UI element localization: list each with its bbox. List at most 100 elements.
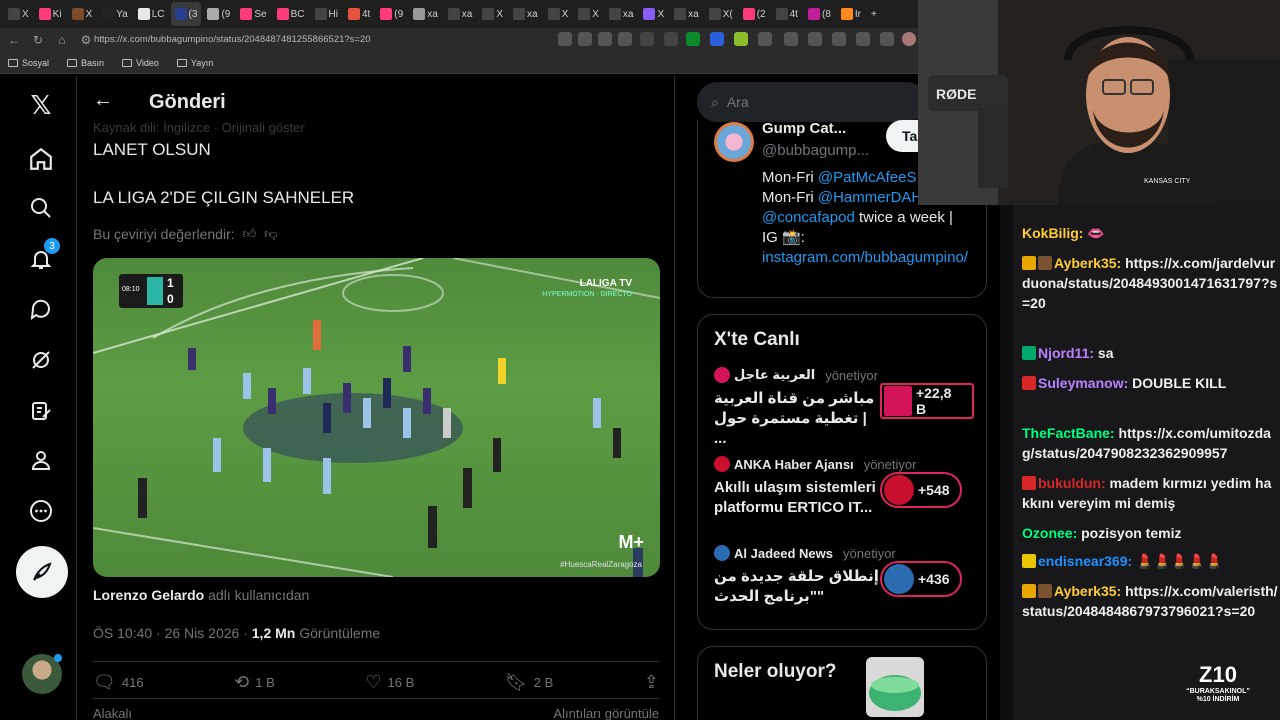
browser-tab[interactable]: 4t [344,2,374,26]
browser-tab[interactable]: X [544,2,573,26]
chat-username[interactable]: Njord11: [1038,345,1094,361]
browser-tab[interactable]: Ir [837,2,865,26]
browser-tab[interactable]: X( [705,2,737,26]
relevance-sort[interactable]: Alakalı [93,706,132,720]
bio-link[interactable]: instagram.com/bubbagumpino/ [762,249,968,266]
host-name: Al Jadeed News [734,545,833,561]
grok-icon[interactable] [26,345,56,375]
profile-name[interactable]: Gump Cat... [762,120,846,137]
reload-icon[interactable]: ↻ [30,32,46,48]
browser-tab[interactable]: X [4,2,33,26]
bio-mention[interactable]: @concafapod [762,209,855,226]
browser-tab[interactable]: (9 [376,2,407,26]
extension-icon[interactable] [686,32,700,46]
browser-tab[interactable]: BC [273,2,309,26]
chat-username[interactable]: bukuldun: [1038,475,1106,491]
extension-icon[interactable] [664,32,678,46]
downloads-icon[interactable] [856,32,870,46]
bookmark-folder-sosyal[interactable]: Sosyal [8,58,49,68]
profile-avatar[interactable] [902,32,916,46]
browser-tab[interactable]: X [574,2,603,26]
post-video[interactable]: 08:10 1 0 LALIGA TV HYPERMOTION · DIRECT… [93,258,660,577]
browser-tab[interactable]: Ki [35,2,66,26]
chat-username[interactable]: Suleymanow: [1038,375,1128,391]
search-input[interactable]: ⌕ Ara [697,82,927,122]
share-button[interactable]: ⇪ [644,672,659,693]
bookmark-folder-yayin[interactable]: Yayın [176,58,213,68]
browser-tab[interactable]: xa [444,2,477,26]
account-avatar[interactable] [22,654,62,694]
browser-tab[interactable]: (3 [170,2,202,26]
extension-icon[interactable] [640,32,654,46]
like-button[interactable]: ♡ 16 B [365,672,414,693]
browser-tab[interactable]: xa [509,2,542,26]
live-item[interactable]: العربية عاجل yönetiyor مباشر من قناة العر… [714,367,974,449]
profile-avatar[interactable] [714,122,754,162]
extension-icon[interactable] [710,32,724,46]
bio-mention[interactable]: @PatMcAfeeS [818,169,917,186]
bookmark-folder-video[interactable]: Video [122,58,159,68]
back-arrow-icon[interactable]: ← [6,32,22,48]
chat-scrollbar[interactable] [1000,205,1013,720]
post-timestamp[interactable]: ÖS 10:40 · 26 Nis 2026 · [93,625,252,641]
browser-tab[interactable]: X [68,2,97,26]
x-logo-icon[interactable]: 𝕏 [26,90,56,120]
read-aloud-icon[interactable] [598,32,612,46]
chat-username[interactable]: endisnear369: [1038,553,1132,569]
favorite-star-icon[interactable] [618,32,632,46]
thumbs-down-icon[interactable]: 👎︎ [264,226,277,242]
profile-icon[interactable] [26,445,56,475]
extension-icon[interactable] [758,32,772,46]
translation-note[interactable]: Kaynak dili: İngilizce · Orijinali göste… [93,120,305,135]
browser-tab[interactable]: (8 [804,2,835,26]
browser-tab[interactable]: LC [134,2,169,26]
browser-tab[interactable]: (2 [739,2,770,26]
favorites-icon[interactable] [808,32,822,46]
extension-icon[interactable] [734,32,748,46]
browser-tab[interactable]: (9 [203,2,234,26]
chat-username[interactable]: Ayberk35: [1054,583,1121,599]
chat-username[interactable]: Ayberk35: [1054,255,1121,271]
chat-username[interactable]: KokBilig: [1022,225,1083,241]
more-icon[interactable] [26,496,56,526]
articles-icon[interactable] [26,396,56,426]
notifications-icon[interactable]: 3 [26,238,60,274]
browser-tab[interactable]: 4t [772,2,802,26]
new-tab-button[interactable]: + [867,2,893,26]
attribution-name[interactable]: Lorenzo Gelardo [93,587,204,603]
live-item[interactable]: Al Jadeed News yönetiyor إنطلاق حلقة جديد… [714,545,974,607]
site-info-icon[interactable]: ⚙ [78,32,94,48]
home-icon[interactable] [26,144,56,174]
chat-username[interactable]: TheFactBane: [1022,425,1115,441]
search-icon[interactable] [26,193,56,223]
bookmark-button[interactable]: 🔖︎ 2 B [505,672,553,693]
live-item[interactable]: ANKA Haber Ajansı yönetiyor Akıllı ulaşım… [714,456,974,518]
bookmark-folder-basin[interactable]: Basın [67,58,104,68]
tab-action-icon[interactable] [558,32,572,46]
browser-tab[interactable]: Se [236,2,270,26]
browser-tab[interactable]: xa [670,2,703,26]
extensions-icon[interactable] [880,32,894,46]
browser-tab[interactable]: Hi [311,2,342,26]
thumbs-up-icon[interactable]: 👍︎ [243,226,257,242]
split-screen-icon[interactable] [784,32,798,46]
browser-tab[interactable]: xa [605,2,638,26]
browser-tab[interactable]: Ya [98,2,132,26]
view-quotes-link[interactable]: Alıntıları görüntüle [553,706,659,720]
repost-button[interactable]: ⟲ 1 B [234,672,275,693]
chat-username[interactable]: Ozonee: [1022,525,1077,541]
browser-tab[interactable]: X [478,2,507,26]
collections-icon[interactable] [832,32,846,46]
browser-tab[interactable]: X [639,2,668,26]
browser-tab[interactable]: xa [409,2,442,26]
bio-mention[interactable]: @HammerDAH [818,189,922,206]
home-icon[interactable]: ⌂ [54,32,70,48]
reply-button[interactable]: 🗨︎ 416 [93,672,144,693]
profile-handle[interactable]: @bubbagump... [762,142,869,159]
grok-chat-icon[interactable] [26,294,56,324]
url-field[interactable]: https://x.com/bubbagumpino/status/204848… [94,34,371,45]
back-arrow-icon[interactable]: ← [93,89,113,112]
compose-post-button[interactable] [16,546,68,598]
bookmark-label: Video [136,57,159,68]
zoom-icon[interactable] [578,32,592,46]
